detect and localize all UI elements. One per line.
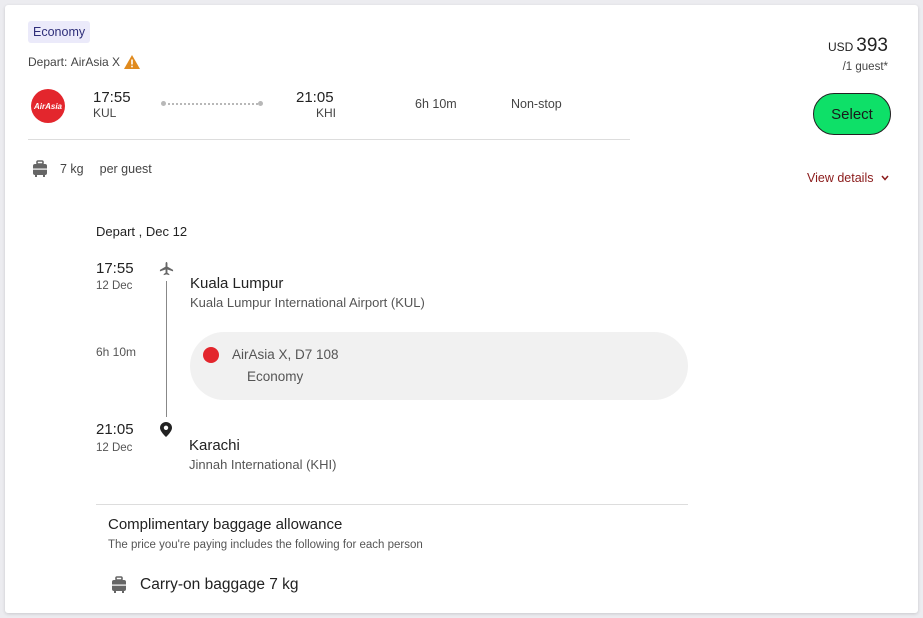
arrival-time: 21:05 [296, 89, 334, 106]
segment-airline-logo [203, 347, 219, 363]
warning-triangle-icon[interactable] [123, 54, 141, 70]
arrival-code: KHI [316, 106, 337, 120]
price: USD 393 [828, 35, 888, 57]
baggage-allowance-title: Complimentary baggage allowance [108, 516, 343, 533]
baggage-unit: per guest [99, 162, 152, 176]
segment-info-box: AirAsia X, D7 108 Economy [190, 332, 688, 400]
flight-duration: 6h 10m [415, 97, 457, 111]
itinerary-arrival-date: 12 Dec [96, 442, 133, 454]
route-end-dot [258, 101, 263, 106]
plane-icon [159, 261, 174, 276]
itinerary-departure-time: 17:55 [96, 260, 134, 277]
arrival-city: Karachi [189, 437, 240, 454]
itinerary-duration: 6h 10m [96, 345, 137, 359]
airline-logo: AirAsia [31, 89, 65, 123]
depart-prefix: Depart: [28, 55, 68, 69]
flight-offer-card: Economy Depart: AirAsia X AirAsia 17:55 … [5, 5, 918, 613]
price-per-guest: /1 guest* [842, 61, 888, 73]
luggage-icon [33, 160, 47, 177]
timeline-line [166, 281, 167, 417]
select-button[interactable]: Select [813, 93, 891, 135]
baggage-weight: 7 kg [60, 162, 84, 176]
route-line [163, 103, 262, 105]
itinerary-header: Depart , Dec 12 [96, 224, 188, 239]
baggage-allowance-subtitle: The price you're paying includes the fol… [108, 539, 423, 551]
divider [28, 139, 630, 140]
view-details-label: View details [807, 171, 874, 185]
itinerary-departure-date: 12 Dec [96, 280, 133, 292]
depart-airline-line: Depart: AirAsia X [28, 54, 141, 70]
price-currency: USD [827, 40, 854, 54]
luggage-icon [112, 576, 126, 593]
price-area: USD 393 /1 guest* [828, 35, 888, 73]
itinerary-arrival-time: 21:05 [96, 421, 134, 438]
departure-airport: Kuala Lumpur International Airport (KUL) [190, 295, 425, 310]
cabin-class-badge: Economy [28, 21, 91, 43]
arrival-airport: Jinnah International (KHI) [189, 457, 337, 472]
carry-on-baggage-row: Carry-on baggage 7 kg [111, 576, 299, 594]
airline-name: AirAsia X [70, 55, 121, 69]
divider [96, 504, 688, 505]
departure-city: Kuala Lumpur [190, 275, 284, 292]
segment-flight-number: AirAsia X, D7 108 [232, 347, 339, 362]
view-details-link[interactable]: View details [807, 171, 890, 185]
chevron-down-icon [881, 175, 890, 181]
departure-code: KUL [93, 106, 117, 120]
departure-time: 17:55 [93, 89, 131, 106]
price-amount: 393 [856, 35, 888, 56]
location-pin-icon [160, 422, 172, 437]
baggage-summary: 7 kg per guest [32, 160, 152, 178]
stops-info: Non-stop [511, 97, 562, 111]
segment-cabin: Economy [247, 369, 304, 384]
carry-on-baggage-label: Carry-on baggage 7 kg [140, 576, 299, 593]
